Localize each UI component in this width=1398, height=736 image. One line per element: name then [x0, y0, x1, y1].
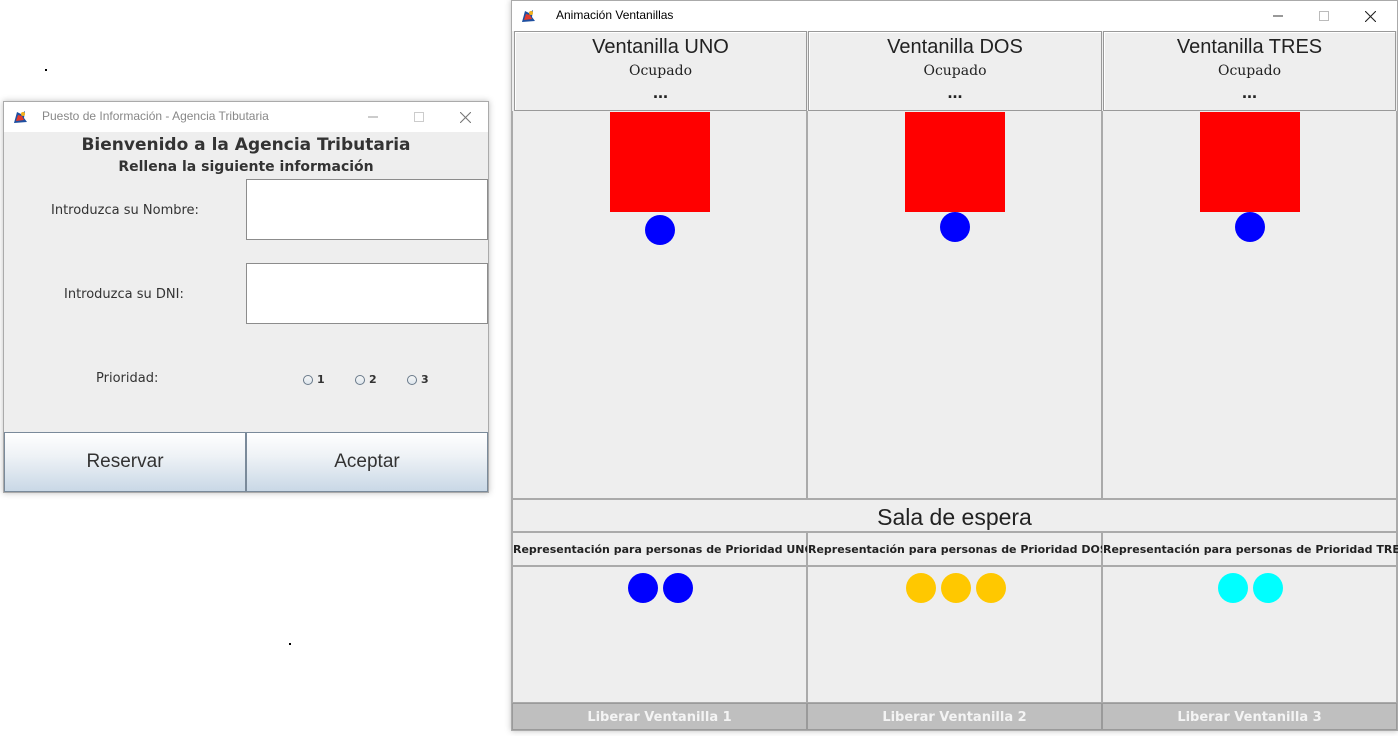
- maximize-button[interactable]: [1301, 1, 1347, 31]
- java-app-icon: [520, 8, 536, 24]
- window-title: Puesto de Información - Agencia Tributar…: [42, 109, 269, 123]
- minimize-icon: [368, 116, 378, 118]
- priority-3-queue: [1102, 566, 1397, 703]
- waiting-person: [628, 573, 658, 603]
- priority-radio-2[interactable]: 2: [355, 373, 377, 386]
- ventanilla-1-area: [512, 111, 807, 499]
- desktop-speck: [45, 69, 47, 71]
- radio-label: 2: [369, 373, 377, 386]
- ventanilla-1-header: Ventanilla UNO Ocupado ...: [514, 31, 807, 111]
- priority-radio-1[interactable]: 1: [303, 373, 325, 386]
- form-subheading: Rellena la siguiente información: [118, 159, 374, 175]
- radio-label: 1: [317, 373, 325, 386]
- minimize-button[interactable]: [350, 102, 396, 132]
- priority-1-label: Representación para personas de Priorida…: [512, 532, 814, 566]
- person-being-served: [645, 215, 675, 245]
- priority-radio-3[interactable]: 3: [407, 373, 429, 386]
- dni-input[interactable]: [246, 263, 488, 324]
- title-bar[interactable]: Animación Ventanillas: [512, 1, 1397, 31]
- ventanilla-desk: [905, 112, 1005, 212]
- priority-2-queue: [807, 566, 1102, 703]
- radio-label: 3: [421, 373, 429, 386]
- radio-circle[interactable]: [407, 374, 417, 385]
- ventanilla-desk: [1200, 112, 1300, 212]
- waiting-room-title: Sala de espera: [512, 499, 1397, 532]
- welcome-heading: Bienvenido a la Agencia Tributaria: [81, 135, 411, 155]
- ventanilla-desk: [610, 112, 710, 212]
- reserve-button[interactable]: Reservar: [4, 432, 246, 492]
- priority-1-queue: [512, 566, 807, 703]
- ventanilla-3-header: Ventanilla TRES Ocupado ...: [1103, 31, 1396, 111]
- title-bar[interactable]: Puesto de Información - Agencia Tributar…: [4, 102, 488, 132]
- ventanilla-title: Ventanilla DOS: [887, 36, 1023, 58]
- priority-label: Prioridad:: [96, 371, 159, 386]
- close-button[interactable]: [1347, 1, 1393, 31]
- release-ventanilla-1-button[interactable]: Liberar Ventanilla 1: [512, 703, 807, 730]
- ventanilla-title: Ventanilla UNO: [592, 36, 729, 58]
- minimize-button[interactable]: [1255, 1, 1301, 31]
- waiting-person: [1253, 573, 1283, 603]
- java-app-icon: [12, 109, 28, 125]
- ventanilla-2-header: Ventanilla DOS Ocupado ...: [808, 31, 1102, 111]
- accept-button[interactable]: Aceptar: [246, 432, 488, 492]
- person-being-served: [1235, 212, 1265, 242]
- priority-2-label: Representación para personas de Priorida…: [807, 532, 1108, 566]
- animation-window: Animación Ventanillas Ventanilla UNO Ocu…: [511, 0, 1398, 731]
- ventanilla-3-area: [1102, 111, 1397, 499]
- priority-3-label: Representación para personas de Priorida…: [1102, 532, 1398, 566]
- ventanilla-dots: ...: [652, 82, 668, 102]
- radio-circle[interactable]: [303, 374, 313, 385]
- ventanilla-dots: ...: [1241, 82, 1257, 102]
- person-being-served: [940, 212, 970, 242]
- maximize-icon: [1319, 11, 1329, 21]
- close-icon: [1364, 10, 1376, 22]
- waiting-person: [906, 573, 936, 603]
- ventanilla-title: Ventanilla TRES: [1176, 36, 1323, 58]
- waiting-person: [663, 573, 693, 603]
- ventanilla-status: Ocupado: [923, 63, 987, 79]
- ventanilla-2-area: [807, 111, 1102, 499]
- desktop-speck: [289, 643, 291, 645]
- release-ventanilla-2-button[interactable]: Liberar Ventanilla 2: [807, 703, 1102, 730]
- close-icon: [459, 111, 471, 123]
- maximize-icon: [414, 112, 424, 122]
- minimize-icon: [1273, 15, 1283, 17]
- waiting-person: [976, 573, 1006, 603]
- info-window: Puesto de Información - Agencia Tributar…: [3, 101, 489, 493]
- radio-circle[interactable]: [355, 374, 365, 385]
- window-title: Animación Ventanillas: [556, 8, 674, 22]
- name-input[interactable]: [246, 179, 488, 240]
- waiting-person: [941, 573, 971, 603]
- name-label: Introduzca su Nombre:: [51, 203, 199, 218]
- maximize-button[interactable]: [396, 102, 442, 132]
- dni-label: Introduzca su DNI:: [64, 287, 184, 302]
- waiting-person: [1218, 573, 1248, 603]
- ventanilla-dots: ...: [947, 82, 963, 102]
- release-ventanilla-3-button[interactable]: Liberar Ventanilla 3: [1102, 703, 1397, 730]
- close-button[interactable]: [442, 102, 488, 132]
- ventanilla-status: Ocupado: [1217, 63, 1282, 79]
- ventanilla-status: Ocupado: [628, 63, 693, 79]
